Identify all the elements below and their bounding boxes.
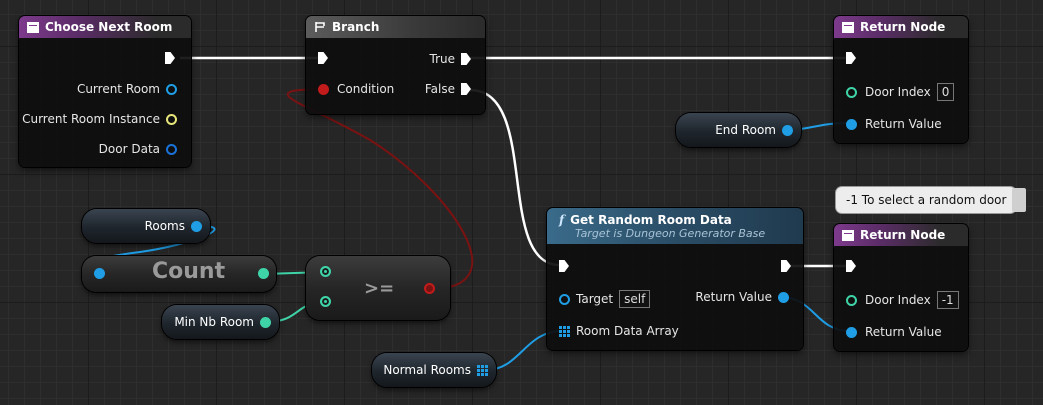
exec-in-pin[interactable]: [318, 52, 328, 64]
node-title: Branch: [332, 20, 380, 34]
return-value-pin[interactable]: Return Value: [846, 117, 942, 131]
door-index-input[interactable]: 0: [936, 83, 955, 101]
min-nb-room-variable[interactable]: Min Nb Room: [162, 305, 279, 339]
current-room-pin[interactable]: Current Room: [77, 82, 177, 96]
target-input[interactable]: self: [619, 290, 651, 308]
false-pin[interactable]: False: [425, 82, 471, 96]
room-data-array-pin[interactable]: Room Data Array: [559, 324, 679, 338]
exec-out-pin[interactable]: [165, 52, 175, 64]
end-room-variable[interactable]: End Room: [676, 113, 801, 147]
function-icon: [842, 21, 854, 33]
exec-pin-icon[interactable]: [559, 260, 569, 272]
choose-next-room-header[interactable]: Choose Next Room: [19, 16, 191, 38]
bool-pin-icon[interactable]: [424, 283, 435, 294]
condition-pin[interactable]: Condition: [318, 82, 394, 96]
branch-icon: [315, 22, 325, 32]
exec-in-pin[interactable]: [846, 52, 856, 64]
exec-pin-icon[interactable]: [165, 52, 175, 64]
exec-out-pin[interactable]: [781, 260, 791, 272]
return-node-bottom[interactable]: Return Node Door Index -1 Return Value: [834, 224, 968, 351]
node-title: Choose Next Room: [45, 20, 173, 34]
object-pin-icon[interactable]: [778, 291, 789, 303]
return-node-header[interactable]: Return Node: [834, 224, 968, 246]
object-pin-icon[interactable]: [559, 293, 570, 305]
greater-equal-node[interactable]: >=: [306, 256, 450, 320]
array-pin-icon[interactable]: [477, 364, 488, 376]
door-data-pin[interactable]: Door Data: [99, 142, 177, 156]
node-title: Get Random Room Data: [570, 212, 732, 227]
return-node-top[interactable]: Return Node Door Index 0 Return Value: [834, 16, 968, 143]
exec-in-pin[interactable]: [846, 260, 856, 272]
variable-label: Min Nb Room: [174, 315, 254, 329]
object-pin-icon[interactable]: [846, 118, 857, 130]
node-title: Return Node: [860, 20, 946, 34]
return-value-pin[interactable]: Return Value: [846, 325, 942, 339]
object-pin-icon[interactable]: [166, 83, 177, 95]
pin-label: False: [424, 82, 455, 96]
branch-node[interactable]: Branch Condition True False: [306, 16, 485, 114]
comment-text: -1 To select a random door: [846, 193, 1007, 207]
int-pin-icon[interactable]: [846, 294, 857, 306]
pin-label: Door Data: [98, 142, 160, 156]
pin-label: Current Room Instance: [22, 112, 160, 126]
rooms-variable[interactable]: Rooms: [82, 209, 210, 243]
exec-pin-icon[interactable]: [781, 260, 791, 272]
pin-comment-icon[interactable]: [1012, 188, 1026, 212]
count-node[interactable]: Count: [82, 256, 276, 292]
int-pin-icon[interactable]: [320, 296, 331, 307]
array-pin-icon[interactable]: [191, 220, 202, 232]
pin-label: Return Value: [865, 117, 942, 131]
function-icon: [27, 21, 39, 33]
comment-bubble[interactable]: -1 To select a random door: [836, 187, 1017, 213]
pin-label: Room Data Array: [576, 324, 679, 338]
int-pin-icon[interactable]: [258, 268, 269, 279]
int-pin-icon[interactable]: [260, 316, 271, 328]
true-pin[interactable]: True: [429, 52, 471, 66]
node-title: Return Node: [860, 228, 946, 242]
pin-label: Target: [576, 292, 614, 306]
pin-label: Return Value: [865, 325, 942, 339]
door-index-input[interactable]: -1: [936, 291, 959, 309]
exec-in-pin[interactable]: [559, 260, 569, 272]
int-pin-icon[interactable]: [846, 86, 857, 98]
variable-label: Rooms: [144, 219, 185, 233]
variable-label: End Room: [715, 123, 776, 137]
pin-label: Door Index: [865, 85, 931, 99]
exec-pin-icon[interactable]: [318, 52, 328, 64]
node-subtitle: Target is Dungeon Generator Base: [575, 226, 766, 240]
pin-label: Condition: [337, 82, 395, 96]
array-pin-icon[interactable]: [559, 325, 570, 337]
branch-header[interactable]: Branch: [306, 16, 485, 38]
object-pin-icon[interactable]: [846, 326, 857, 338]
exec-pin-icon[interactable]: [461, 83, 471, 95]
return-value-pin[interactable]: Return Value: [695, 290, 789, 304]
normal-rooms-variable[interactable]: Normal Rooms: [372, 353, 496, 387]
exec-pin-icon[interactable]: [846, 260, 856, 272]
get-random-room-data-header[interactable]: f Get Random Room Data Target is Dungeon…: [547, 208, 803, 244]
target-pin[interactable]: Target self: [559, 290, 651, 308]
pin-label: Current Room: [76, 82, 160, 96]
get-random-room-data-node[interactable]: f Get Random Room Data Target is Dungeon…: [547, 208, 803, 350]
variable-label: Normal Rooms: [383, 363, 471, 377]
pin-label: True: [429, 52, 456, 66]
function-icon: [842, 229, 854, 241]
exec-pin-icon[interactable]: [846, 52, 856, 64]
pin-label: Door Index: [865, 293, 931, 307]
choose-next-room-node[interactable]: Choose Next Room Current Room Current Ro…: [19, 16, 191, 167]
function-icon: f: [559, 212, 565, 227]
int-pin-icon[interactable]: [320, 266, 331, 277]
array-pin-icon[interactable]: [94, 268, 105, 279]
bool-pin-icon[interactable]: [318, 83, 329, 95]
door-index-pin[interactable]: Door Index 0: [846, 83, 955, 101]
object-pin-icon[interactable]: [166, 143, 177, 155]
current-room-instance-pin[interactable]: Current Room Instance: [22, 112, 177, 126]
count-label: Count: [152, 259, 226, 284]
pin-label: Return Value: [695, 290, 772, 304]
door-index-pin[interactable]: Door Index -1: [846, 291, 959, 309]
struct-pin-icon[interactable]: [166, 113, 177, 125]
operator-label: >=: [364, 278, 395, 299]
return-node-header[interactable]: Return Node: [834, 16, 968, 38]
exec-pin-icon[interactable]: [461, 53, 471, 65]
object-pin-icon[interactable]: [782, 124, 793, 136]
